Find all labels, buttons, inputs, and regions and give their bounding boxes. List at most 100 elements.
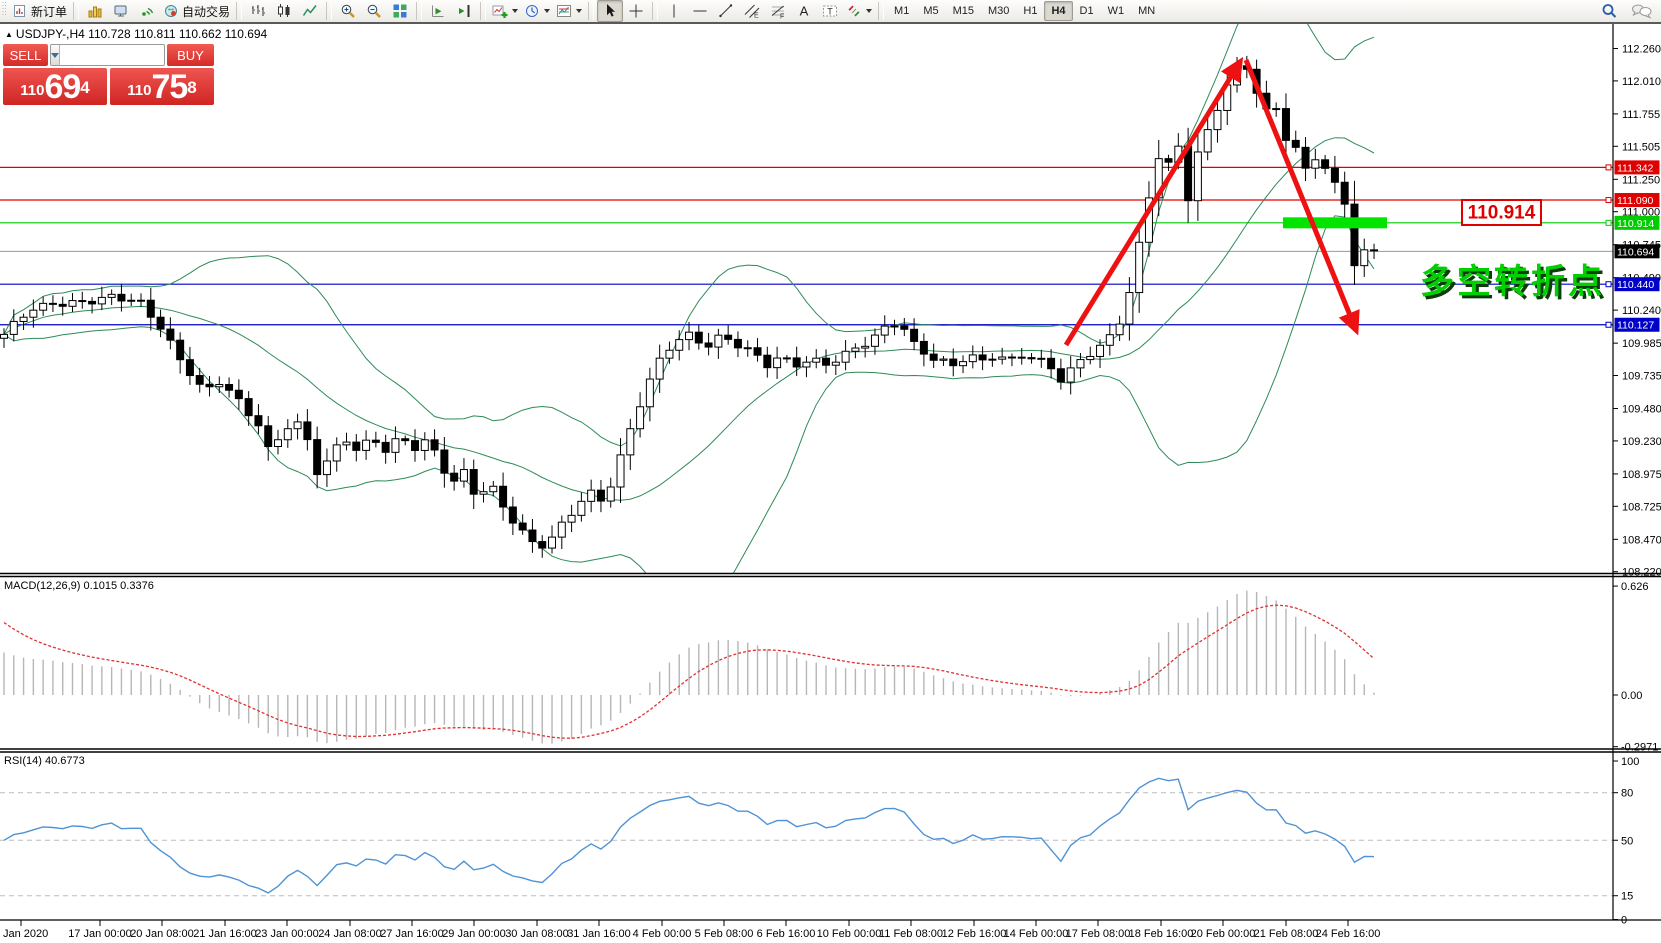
horizontal-line-button[interactable] [687,0,713,22]
candle-body [412,441,419,451]
buy-button[interactable]: BUY [167,44,214,66]
line-anchor-square[interactable] [1606,198,1611,203]
rsi-line [4,778,1374,893]
timeframe-m5-button[interactable]: M5 [916,1,945,21]
time-label: 31 Jan 16:00 [567,928,631,940]
zoom-in-button[interactable] [335,0,361,22]
timeframe-h1-button[interactable]: H1 [1016,1,1044,21]
candle-body [500,486,507,507]
timeframe-w1-button[interactable]: W1 [1101,1,1132,21]
sell-button[interactable]: SELL [3,44,48,66]
price-tick-label: 109.230 [1622,436,1661,448]
arrows-icon [846,3,862,19]
candle-body [372,440,379,442]
vertical-line-button[interactable] [661,0,687,22]
trendline-button[interactable] [713,0,739,22]
candle-body [1341,182,1348,204]
candle-chart-icon [276,3,292,19]
indicators-button[interactable] [489,0,521,22]
candle-body [734,339,741,347]
templates-button[interactable] [553,0,585,22]
fibonacci-button[interactable]: F [765,0,791,22]
line-anchor-square[interactable] [1606,220,1611,225]
arrows-button[interactable] [843,0,875,22]
timeframe-m30-button[interactable]: M30 [981,1,1016,21]
time-label: 4 Feb 00:00 [633,928,692,940]
signals-button[interactable] [134,0,160,22]
trend-arrow-down[interactable] [1246,60,1356,330]
trend-arrow-up[interactable] [1066,62,1240,345]
timeframe-h4-button[interactable]: H4 [1044,1,1072,21]
text-label-button[interactable]: T [817,0,843,22]
candle-body [1165,159,1172,163]
candle-chart-button[interactable] [271,0,297,22]
price-badge-label: 111.090 [1617,195,1654,207]
candle-body [1038,358,1045,359]
turning-point-note[interactable]: 多空转折点 [1420,263,1605,301]
chevron-down-icon[interactable] [544,9,550,13]
tile-windows-button[interactable] [387,0,413,22]
timeframe-mn-button[interactable]: MN [1131,1,1162,21]
line-chart-button[interactable] [297,0,323,22]
chat-button[interactable] [1628,0,1656,22]
candle-body [470,470,477,495]
candle-body [568,515,575,522]
robot-icon [163,3,179,19]
line-anchor-square[interactable] [1606,282,1611,287]
timeframe-m15-button[interactable]: M15 [946,1,981,21]
rsi-tick-label: 100 [1621,756,1639,768]
candle-body [402,439,409,441]
candle-body [803,362,810,367]
volume-input[interactable] [60,45,165,65]
crosshair-button[interactable] [623,0,649,22]
green-zone-marker[interactable] [1283,217,1387,228]
terminal-button[interactable] [108,0,134,22]
candle-body [480,492,487,494]
price-tick-label: 111.505 [1622,141,1660,153]
candle-body [1087,356,1094,359]
equidistant-channel-button[interactable]: E [739,0,765,22]
timeframe-d1-button[interactable]: D1 [1073,1,1101,21]
periods-button[interactable] [521,0,553,22]
candle-body [1077,360,1084,368]
cursor-button[interactable] [597,0,623,22]
indicators-icon [492,3,508,19]
macd-label: MACD(12,26,9) 0.1015 0.3376 [4,580,154,592]
auto-trading-button[interactable]: 自动交易 [160,0,233,22]
chevron-down-icon[interactable] [866,9,872,13]
chart-area[interactable]: 多空转折点 多空转折点 110.914 112.260112.010111.75… [0,0,1661,943]
candle-body [235,390,242,398]
line-anchor-square[interactable] [1606,165,1611,170]
price-tick-label: 110.240 [1622,305,1661,317]
new-order-button[interactable]: 新订单 [9,0,70,22]
candle-body [1322,160,1329,169]
candle-body [392,439,399,453]
price-badge-label: 110.914 [1617,218,1654,230]
buy-price[interactable]: 110 75 8 [110,68,214,105]
text-button[interactable]: A [791,0,817,22]
time-label: 30 Jan 08:00 [505,928,569,940]
search-button[interactable] [1596,0,1622,22]
auto-scroll-button[interactable] [425,0,451,22]
zoom-out-button[interactable] [361,0,387,22]
charts-bar-button[interactable] [82,0,108,22]
candle-body [578,501,585,515]
vline-icon [666,3,682,19]
candle-body [911,329,918,341]
volume-decrease-button[interactable] [51,45,60,65]
sell-price-sup: 4 [80,68,89,108]
macd-tick-label: 0.00 [1621,690,1642,702]
chart-shift-button[interactable] [451,0,477,22]
timeframe-m1-button[interactable]: M1 [887,1,916,21]
candle-body [930,354,937,360]
mt4-window: 多空转折点 多空转折点 110.914 112.260112.010111.75… [0,0,1661,943]
candle-body [30,310,37,317]
line-anchor-square[interactable] [1606,322,1611,327]
candle-body [40,303,47,310]
bar-chart-button[interactable] [245,0,271,22]
auto-scroll-icon [430,3,446,19]
chevron-down-icon[interactable] [512,9,518,13]
sell-price[interactable]: 110 69 4 [3,68,107,105]
candle-body [901,326,908,329]
chevron-down-icon[interactable] [576,9,582,13]
